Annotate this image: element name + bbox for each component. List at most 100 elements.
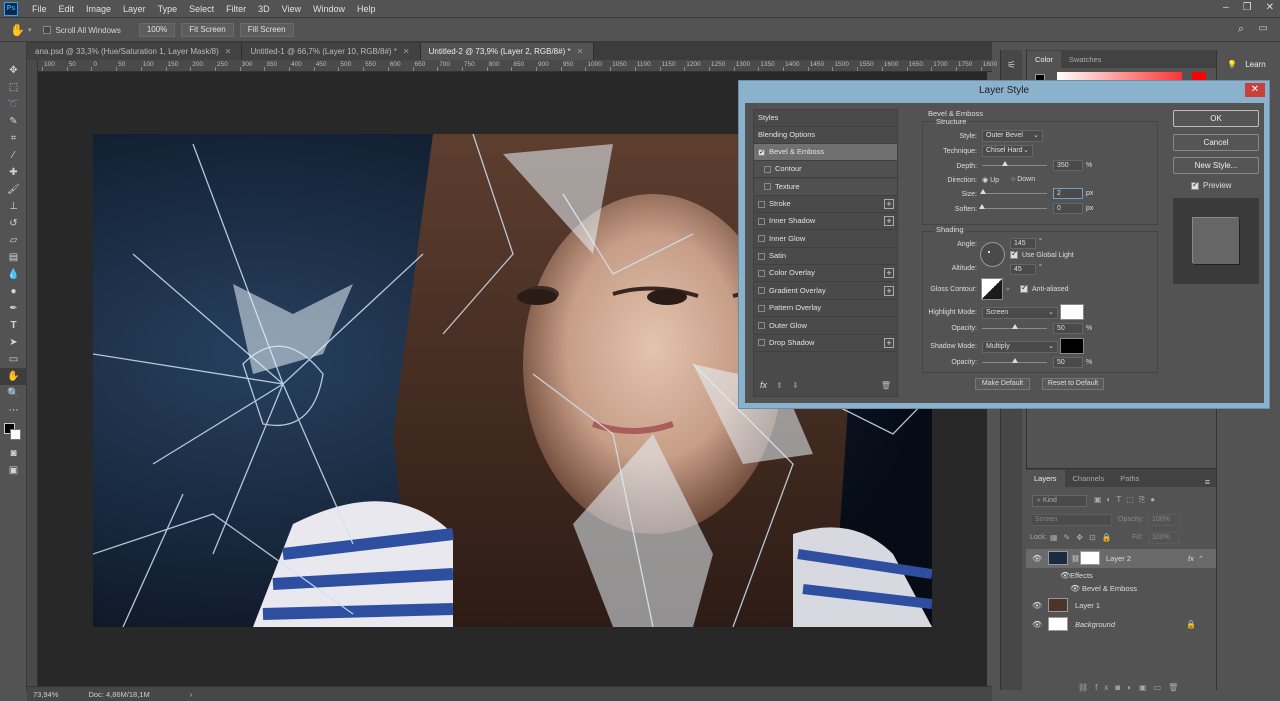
style-item-color-overlay[interactable]: Color Overlay + (754, 265, 897, 283)
move-up-icon[interactable]: ⬆ (776, 381, 783, 390)
gloss-contour-chevron-icon[interactable]: ⌄ (1005, 284, 1011, 292)
soften-slider-knob[interactable] (979, 204, 985, 209)
history-brush-tool-icon[interactable]: ↺ (0, 215, 27, 232)
layer-name[interactable]: Layer 2 (1106, 554, 1131, 563)
altitude-input[interactable]: 45 (1010, 264, 1036, 275)
global-light-checkbox[interactable]: Use Global Light (1010, 249, 1074, 259)
tool-preset-chevron-icon[interactable]: ▾ (28, 26, 32, 34)
add-instance-icon[interactable]: + (884, 199, 894, 210)
eyedropper-tool-icon[interactable]: ⁄ (0, 147, 27, 164)
menu-type[interactable]: Type (152, 4, 184, 14)
tab-channels[interactable]: Channels (1065, 470, 1113, 487)
close-tab-icon[interactable]: ✕ (225, 47, 232, 56)
gloss-contour-preview[interactable] (981, 278, 1003, 300)
close-tab-icon[interactable]: ✕ (577, 47, 584, 56)
style-item-texture[interactable]: Texture (754, 178, 897, 196)
tab-untitled-1[interactable]: Untitled-1 @ 66,7% (Layer 10, RGB/8#) * ✕ (242, 43, 421, 60)
style-checkbox[interactable] (764, 183, 771, 191)
fill-screen-button[interactable]: Fill Screen (239, 23, 294, 37)
more-tools-icon[interactable]: ⋯ (0, 402, 27, 419)
fx-icon[interactable]: fx (1188, 554, 1194, 563)
menu-filter[interactable]: Filter (220, 4, 252, 14)
shadow-opacity-slider[interactable] (982, 358, 1047, 363)
style-item-pattern-overlay[interactable]: Pattern Overlay (754, 300, 897, 318)
style-item-outer-glow[interactable]: Outer Glow (754, 318, 897, 335)
hand-tool-panel-icon[interactable]: ✋ (0, 368, 27, 385)
menu-view[interactable]: View (276, 4, 307, 14)
eye-icon[interactable]: 👁 (1032, 601, 1042, 610)
panel-menu-icon[interactable]: ≡ (1205, 477, 1210, 487)
new-style-button[interactable]: New Style... (1173, 157, 1259, 174)
add-instance-icon[interactable]: + (884, 216, 894, 227)
effects-row[interactable]: 👁 Effects (1026, 569, 1216, 582)
menu-image[interactable]: Image (80, 4, 117, 14)
crop-tool-icon[interactable]: ⌗ (0, 130, 27, 147)
search-icon[interactable]: ⌕ (1238, 23, 1244, 36)
layer-row-layer-1[interactable]: 👁 Layer 1 (1026, 595, 1216, 615)
eye-icon[interactable]: 👁 (1032, 620, 1042, 629)
style-item-inner-glow[interactable]: Inner Glow (754, 231, 897, 248)
tab-layers[interactable]: Layers (1026, 470, 1065, 487)
depth-input[interactable]: 350 (1053, 160, 1083, 171)
menu-file[interactable]: File (26, 4, 53, 14)
gradient-tool-icon[interactable]: ▤ (0, 249, 27, 266)
close-icon[interactable]: ✕ (1245, 83, 1265, 97)
blend-mode-select[interactable]: Screen (1030, 514, 1112, 526)
pen-tool-icon[interactable]: ✒ (0, 300, 27, 317)
menu-window[interactable]: Window (307, 4, 351, 14)
style-checkbox[interactable] (758, 235, 765, 243)
eye-icon[interactable]: 👁 (1070, 584, 1080, 593)
clone-stamp-tool-icon[interactable]: ⊥ (0, 198, 27, 215)
style-checkbox[interactable] (758, 339, 765, 347)
shadow-opacity-knob[interactable] (1012, 358, 1018, 363)
style-item-contour[interactable]: Contour (754, 161, 897, 179)
dodge-tool-icon[interactable]: ● (0, 283, 27, 300)
menu-help[interactable]: Help (351, 4, 382, 14)
soften-input[interactable]: 0 (1053, 203, 1083, 214)
menu-select[interactable]: Select (183, 4, 220, 14)
style-checkbox[interactable] (764, 165, 771, 173)
highlight-mode-select[interactable]: Screen ⌄ (982, 307, 1058, 319)
background-color-swatch[interactable] (10, 429, 21, 440)
direction-down-radio[interactable]: ○ Down (1011, 176, 1035, 183)
highlight-opacity-input[interactable]: 50 (1053, 323, 1083, 334)
cancel-button[interactable]: Cancel (1173, 134, 1259, 151)
tab-ana-psd[interactable]: ana.psd @ 33,3% (Hue/Saturation 1, Layer… (27, 43, 243, 60)
layer-2-mask-thumbnail[interactable] (1080, 551, 1100, 565)
layer-row-layer-2[interactable]: 👁 ⛓ Layer 2 fx ⌃ (1026, 549, 1216, 568)
shadow-mode-select[interactable]: Multiply ⌄ (982, 341, 1058, 353)
highlight-opacity-knob[interactable] (1012, 324, 1018, 329)
style-item-bevel-emboss[interactable]: ✓ Bevel & Emboss (754, 144, 897, 161)
add-instance-icon[interactable]: + (884, 337, 894, 348)
marquee-tool-icon[interactable]: ⬚ (0, 79, 27, 96)
fill-value[interactable]: 100% (1148, 532, 1180, 544)
lock-icons[interactable]: ▦✎✥⊡🔒 (1050, 533, 1118, 542)
angle-input[interactable]: 145 (1010, 238, 1036, 249)
style-checkbox[interactable] (758, 287, 765, 295)
zoom-100-button[interactable]: 100% (138, 23, 176, 37)
ok-button[interactable]: OK (1173, 110, 1259, 127)
scroll-all-windows-checkbox[interactable]: Scroll All Windows (43, 26, 121, 35)
tab-paths[interactable]: Paths (1112, 470, 1147, 487)
maximize-icon[interactable]: ❐ (1243, 2, 1252, 13)
style-select[interactable]: Outer Bevel ⌄ (982, 130, 1043, 142)
tab-swatches[interactable]: Swatches (1061, 51, 1110, 68)
quick-select-tool-icon[interactable]: ✎ (0, 113, 27, 130)
size-slider-knob[interactable] (980, 189, 986, 194)
move-down-icon[interactable]: ⬇ (792, 381, 799, 390)
opacity-value[interactable]: 100% (1148, 514, 1180, 526)
direction-up-radio[interactable]: ◉ Up (982, 176, 999, 184)
make-default-button[interactable]: Make Default (975, 378, 1030, 390)
add-instance-icon[interactable]: + (884, 268, 894, 279)
preview-checkbox[interactable]: Preview (1191, 180, 1231, 190)
tab-color[interactable]: Color (1027, 51, 1061, 68)
layer-row-background[interactable]: 👁 Background 🔒 (1026, 614, 1216, 634)
depth-slider-knob[interactable] (1002, 161, 1008, 166)
brush-tool-icon[interactable]: 🖌 (0, 181, 27, 198)
lasso-tool-icon[interactable]: ➰ (0, 96, 27, 113)
reset-to-default-button[interactable]: Reset to Default (1042, 378, 1104, 390)
blur-tool-icon[interactable]: 💧 (0, 266, 27, 283)
style-checkbox[interactable] (758, 269, 765, 277)
style-item-stroke[interactable]: Stroke + (754, 196, 897, 214)
eye-icon[interactable]: 👁 (1060, 571, 1070, 580)
